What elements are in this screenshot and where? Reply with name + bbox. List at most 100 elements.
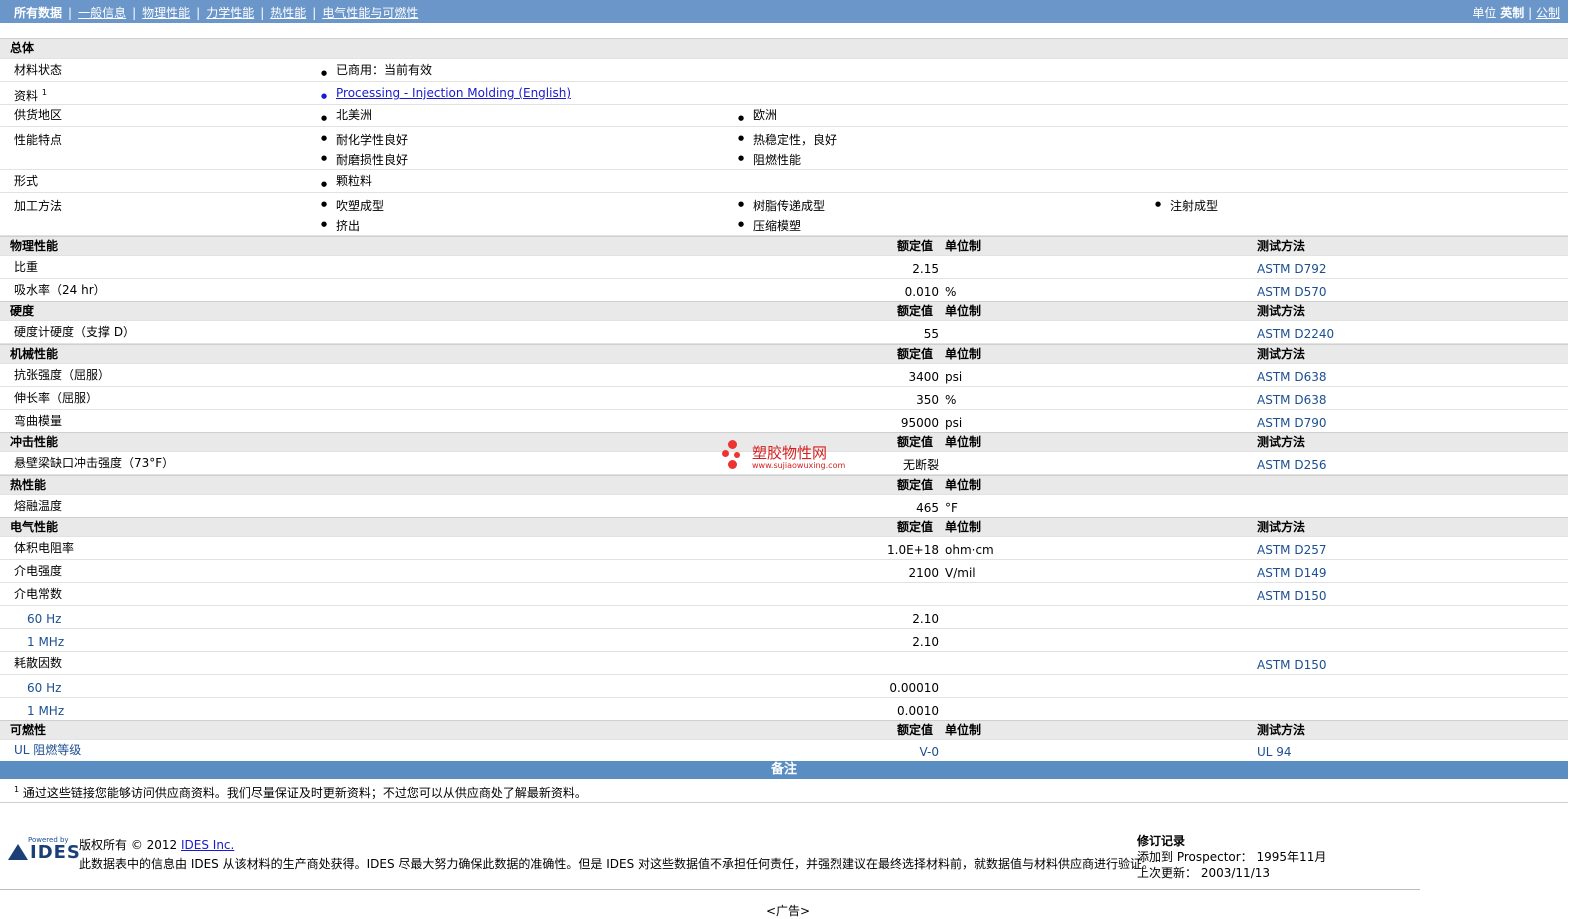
unit-imperial[interactable]: 英制 bbox=[1500, 6, 1524, 20]
section-title: 热性能 bbox=[10, 478, 47, 492]
property-value: 2.15 bbox=[912, 262, 939, 276]
form-value: 颗粒料 bbox=[321, 170, 372, 195]
property-value: 55 bbox=[923, 327, 939, 341]
nav-mechanical[interactable]: 力学性能 bbox=[206, 6, 254, 20]
table-row: 抗张强度（屈服） 3400 psi ASTM D638 bbox=[0, 364, 1568, 387]
nav-general-info[interactable]: 一般信息 bbox=[78, 6, 126, 20]
test-method: ASTM D790 bbox=[1257, 416, 1327, 430]
section-title: 总体 bbox=[10, 41, 35, 55]
col-header-test: 测试方法 bbox=[1257, 435, 1306, 449]
property-value: 2100 bbox=[908, 566, 939, 580]
row-label: 材料状态 bbox=[14, 63, 63, 77]
section-title: 硬度 bbox=[10, 304, 35, 318]
process-item: 注射成型 bbox=[1155, 197, 1218, 214]
property-value: 95000 bbox=[900, 416, 939, 430]
table-row: 1 MHz 2.10 bbox=[0, 629, 1568, 652]
col-header-nominal: 额定值 bbox=[897, 478, 934, 492]
table-row: 1 MHz 0.0010 bbox=[0, 698, 1568, 721]
revision-title: 修订记录 bbox=[1137, 834, 1186, 848]
property-unit: ohm·cm bbox=[945, 543, 994, 557]
test-method: ASTM D638 bbox=[1257, 370, 1327, 384]
property-name: 介电强度 bbox=[14, 564, 63, 578]
disclaimer-text: 此数据表中的信息由 IDES 从该材料的生产商处获得。IDES 尽最大努力确保此… bbox=[79, 857, 1155, 871]
footnote: 1 通过这些链接您能够访问供应商资料。我们尽量保证及时更新资料；不过您可以从供应… bbox=[14, 784, 587, 801]
watermark-url: www.sujiaowuxing.com bbox=[752, 461, 846, 470]
row-label: 形式 bbox=[14, 174, 39, 188]
property-value: 0.0010 bbox=[897, 704, 939, 718]
table-row: 硬度计硬度（支撑 D） 55 ASTM D2240 bbox=[0, 321, 1568, 344]
table-row: 伸长率（屈服） 350 % ASTM D638 bbox=[0, 387, 1568, 410]
col-header-nominal: 额定值 bbox=[897, 435, 934, 449]
nav-physical[interactable]: 物理性能 bbox=[142, 6, 190, 20]
section-nav: 所有数据 | 一般信息 | 物理性能 | 力学性能 | 热性能 | 电气性能与可燃性 bbox=[14, 6, 419, 20]
ides-logo[interactable]: Powered by IDES bbox=[8, 836, 80, 863]
property-name: 悬壁梁缺口冲击强度（73°F） bbox=[14, 456, 175, 470]
test-method: ASTM D257 bbox=[1257, 543, 1327, 557]
unit-metric[interactable]: 公制 bbox=[1536, 6, 1560, 20]
feature-item: 阻燃性能 bbox=[738, 151, 801, 168]
section-title: 机械性能 bbox=[10, 347, 59, 361]
property-subcondition: 1 MHz bbox=[27, 635, 65, 649]
property-unit: % bbox=[945, 393, 957, 407]
logo-name: IDES bbox=[30, 842, 81, 863]
divider bbox=[0, 889, 1420, 890]
footnote-marker: 1 bbox=[14, 785, 20, 794]
copyright-text: 版权所有 © 2012 bbox=[79, 838, 181, 852]
property-subcondition: 1 MHz bbox=[27, 704, 65, 718]
property-subcondition: 60 Hz bbox=[27, 681, 62, 695]
revision-history: 修订记录 添加到 Prospector： 1995年11月 上次更新： 2003… bbox=[1137, 833, 1326, 881]
copyright-block: 版权所有 © 2012 IDES Inc. 此数据表中的信息由 IDES 从该材… bbox=[79, 836, 1154, 872]
processing-doc-link[interactable]: Processing - Injection Molding (English) bbox=[321, 82, 571, 107]
table-row: 熔融温度 465 °F bbox=[0, 495, 1568, 518]
feature-item: 耐磨损性良好 bbox=[321, 151, 408, 168]
nav-electrical-flammability[interactable]: 电气性能与可燃性 bbox=[322, 6, 418, 20]
top-nav-bar: 所有数据 | 一般信息 | 物理性能 | 力学性能 | 热性能 | 电气性能与可燃性 单位 英制 |… bbox=[0, 0, 1568, 23]
region-item: 北美洲 bbox=[321, 105, 372, 129]
test-method: ASTM D149 bbox=[1257, 566, 1327, 580]
property-value: 2.10 bbox=[912, 612, 939, 626]
table-row: 耗散因数 ASTM D150 bbox=[0, 652, 1568, 675]
section-title: 电气性能 bbox=[10, 520, 59, 534]
row-docs: 资料 1 Processing - Injection Molding (Eng… bbox=[0, 82, 1568, 107]
test-method: ASTM D792 bbox=[1257, 262, 1327, 276]
nav-thermal[interactable]: 热性能 bbox=[270, 6, 306, 20]
property-subcondition: 60 Hz bbox=[27, 612, 62, 626]
row-status: 材料状态 已商用：当前有效 bbox=[0, 59, 1568, 84]
process-item: 树脂传递成型 bbox=[738, 197, 825, 214]
process-item: 挤出 bbox=[321, 217, 360, 234]
nav-all-data[interactable]: 所有数据 bbox=[14, 6, 62, 20]
notes-header: 备注 bbox=[0, 761, 1568, 779]
table-row: 介电强度 2100 V/mil ASTM D149 bbox=[0, 560, 1568, 583]
row-label: 性能特点 bbox=[14, 133, 63, 147]
footnote-ref: 1 bbox=[41, 88, 47, 97]
section-thermal: 热性能 额定值 单位制 bbox=[0, 475, 1568, 495]
row-label: 供货地区 bbox=[14, 108, 63, 122]
property-name: 比重 bbox=[14, 260, 39, 274]
section-physical: 物理性能 额定值 单位制 测试方法 bbox=[0, 236, 1568, 256]
row-label: 加工方法 bbox=[14, 199, 63, 213]
property-value: 0.010 bbox=[904, 285, 939, 299]
property-value: 1.0E+18 bbox=[887, 543, 939, 557]
test-method: ASTM D150 bbox=[1257, 658, 1327, 672]
row-form: 形式 颗粒料 bbox=[0, 170, 1568, 195]
table-row: 弯曲模量 95000 psi ASTM D790 bbox=[0, 410, 1568, 433]
units-label: 单位 bbox=[1472, 6, 1497, 20]
test-method: UL 94 bbox=[1257, 745, 1292, 759]
row-processing: 加工方法 吹塑成型 树脂传递成型 注射成型 挤出 压缩模塑 bbox=[0, 193, 1568, 236]
site-watermark: 塑胶物性网 www.sujiaowuxing.com bbox=[722, 440, 852, 474]
process-item: 压缩模塑 bbox=[738, 217, 801, 234]
property-unit: °F bbox=[945, 501, 958, 515]
table-row: 介电常数 ASTM D150 bbox=[0, 583, 1568, 606]
test-method: ASTM D570 bbox=[1257, 285, 1327, 299]
property-value: 2.10 bbox=[912, 635, 939, 649]
unit-switcher: 单位 英制 | 公制 bbox=[1472, 6, 1560, 20]
logo-triangle-icon bbox=[8, 844, 28, 860]
property-value: 465 bbox=[916, 501, 939, 515]
property-name: 体积电阻率 bbox=[14, 541, 75, 555]
ides-link[interactable]: IDES Inc. bbox=[181, 838, 234, 852]
updated-label: 上次更新： bbox=[1137, 866, 1198, 880]
property-unit: psi bbox=[945, 416, 963, 430]
ad-placeholder: <广告> bbox=[766, 904, 811, 918]
col-header-unit: 单位制 bbox=[945, 239, 982, 253]
col-header-nominal: 额定值 bbox=[897, 304, 934, 318]
